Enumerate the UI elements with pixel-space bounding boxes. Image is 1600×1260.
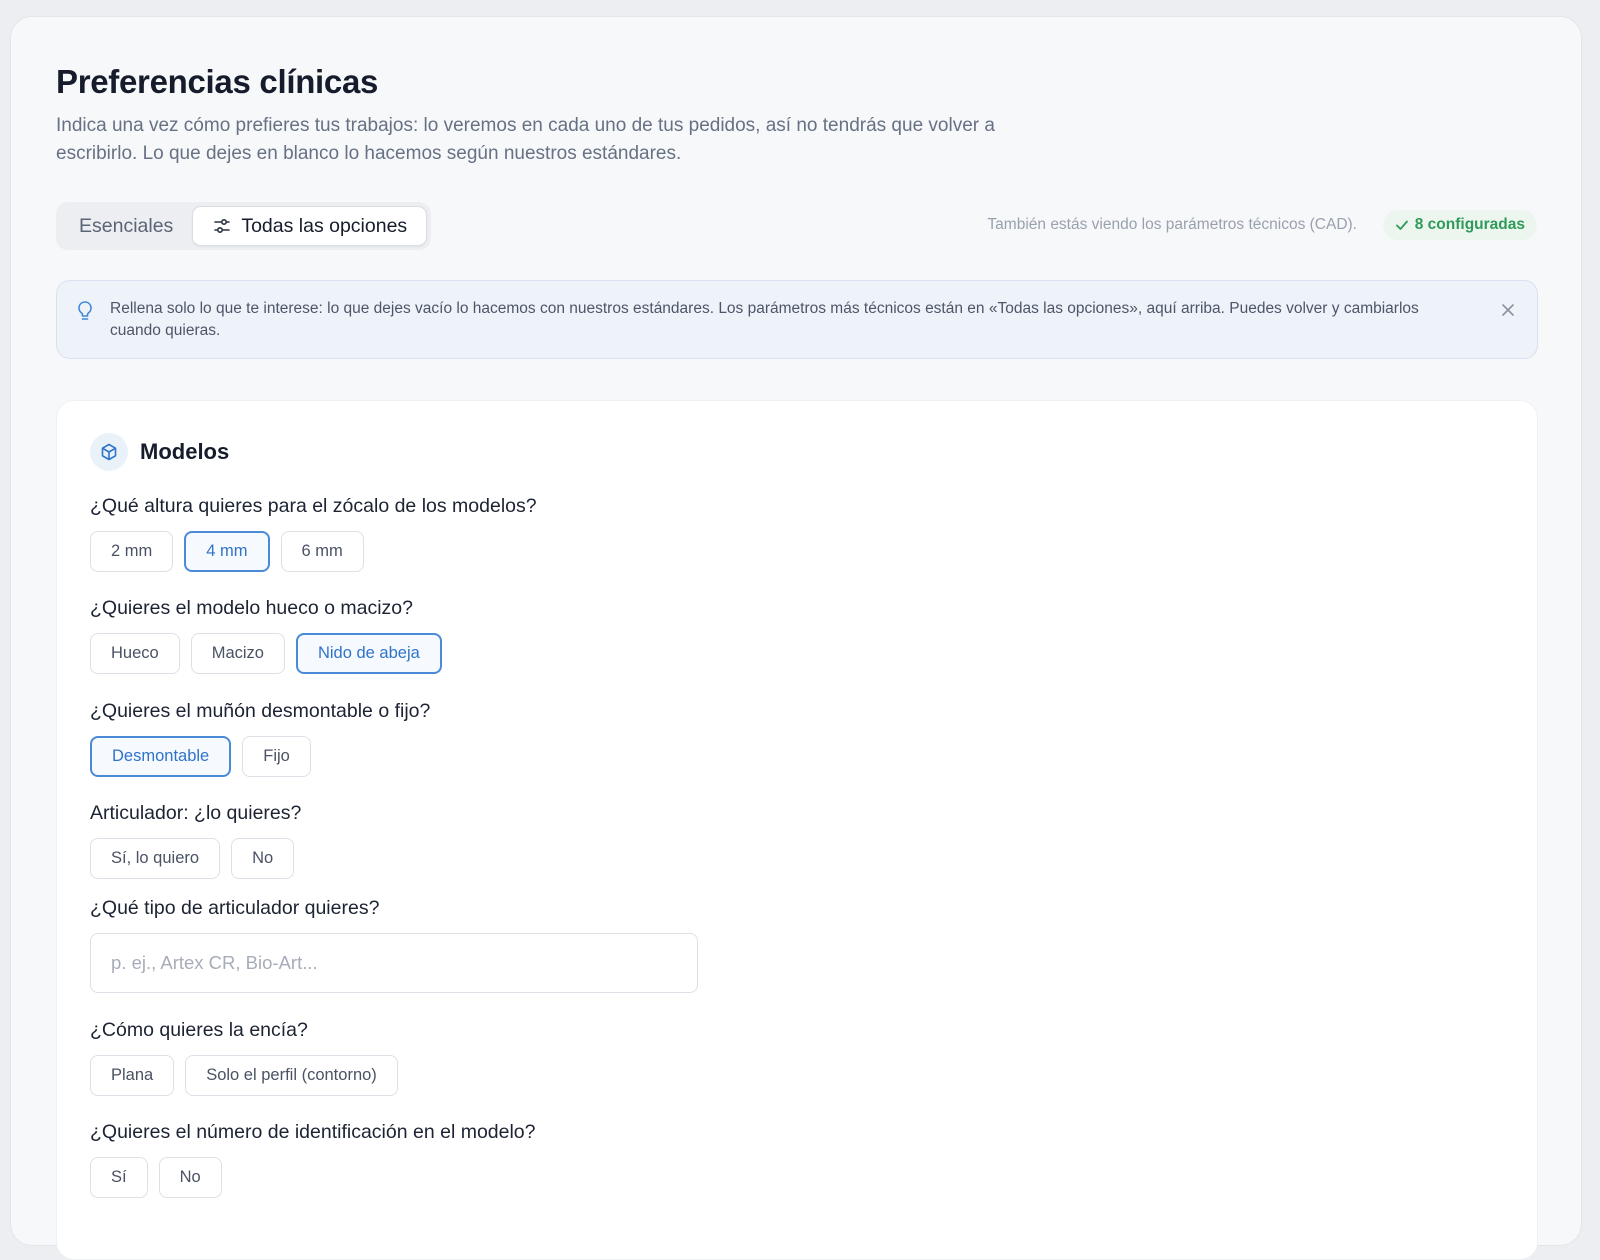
option-6mm[interactable]: 6 mm <box>280 531 364 572</box>
tab-todas-las-opciones[interactable]: Todas las opciones <box>192 206 428 246</box>
options-id-number: Sí No <box>90 1157 222 1198</box>
question-base-height: ¿Qué altura quieres para el zócalo de lo… <box>90 495 537 517</box>
articulator-type-input[interactable] <box>90 933 698 993</box>
option-solo-perfil[interactable]: Solo el perfil (contorno) <box>185 1055 398 1096</box>
configured-count: 8 configuradas <box>1414 216 1525 233</box>
preferences-page: Preferencias clínicas Indica una vez cóm… <box>10 16 1582 1260</box>
option-si[interactable]: Sí <box>90 1157 148 1198</box>
option-si-lo-quiero[interactable]: Sí, lo quiero <box>90 838 221 879</box>
close-icon[interactable] <box>1499 301 1517 319</box>
question-model-fill: ¿Quieres el modelo hueco o macizo? <box>90 597 413 619</box>
check-icon <box>1395 218 1409 232</box>
configured-badge: 8 configuradas <box>1382 210 1537 240</box>
option-no-id[interactable]: No <box>158 1157 222 1198</box>
option-2mm[interactable]: 2 mm <box>90 531 174 572</box>
sliders-icon <box>212 216 232 236</box>
section-header: Modelos <box>90 433 229 471</box>
options-model-fill: Hueco Macizo Nido de abeja <box>90 633 442 674</box>
info-text: Rellena solo lo que te interese: lo que … <box>110 300 1419 339</box>
question-articulator-type: ¿Qué tipo de articulador quieres? <box>90 897 380 919</box>
option-hueco[interactable]: Hueco <box>90 633 180 674</box>
question-gingiva: ¿Cómo quieres la encía? <box>90 1019 308 1041</box>
page-title: Preferencias clínicas <box>56 63 379 100</box>
options-articulator: Sí, lo quiero No <box>90 838 295 879</box>
option-no[interactable]: No <box>231 838 295 879</box>
tab-label: Todas las opciones <box>241 214 408 237</box>
option-nido-de-abeja[interactable]: Nido de abeja <box>295 633 442 674</box>
options-base-height: 2 mm 4 mm 6 mm <box>90 531 364 572</box>
option-desmontable[interactable]: Desmontable <box>90 736 232 777</box>
option-plana[interactable]: Plana <box>90 1055 175 1096</box>
option-macizo[interactable]: Macizo <box>190 633 285 674</box>
lightbulb-icon <box>76 300 94 322</box>
info-banner: Rellena solo lo que te interese: lo que … <box>56 280 1538 359</box>
section-title: Modelos <box>140 439 230 464</box>
tab-label: Esenciales <box>79 214 174 237</box>
cube-icon <box>90 433 128 471</box>
page-subtitle: Indica una vez cómo prefieres tus trabaj… <box>56 115 995 164</box>
option-fijo[interactable]: Fijo <box>242 736 311 777</box>
question-die-type: ¿Quieres el muñón desmontable o fijo? <box>90 700 431 722</box>
view-tabs: Esenciales Todas las opciones <box>56 202 432 250</box>
tab-esenciales[interactable]: Esenciales <box>60 206 192 246</box>
question-articulator: Articulador: ¿lo quieres? <box>90 802 302 824</box>
options-die-type: Desmontable Fijo <box>90 736 311 777</box>
cad-note: También estás viendo los parámetros técn… <box>987 216 1357 233</box>
question-id-number: ¿Quieres el número de identificación en … <box>90 1121 536 1143</box>
models-section-card: Modelos ¿Qué altura quieres para el zóca… <box>56 400 1538 1260</box>
option-4mm[interactable]: 4 mm <box>184 531 270 572</box>
options-gingiva: Plana Solo el perfil (contorno) <box>90 1055 398 1096</box>
